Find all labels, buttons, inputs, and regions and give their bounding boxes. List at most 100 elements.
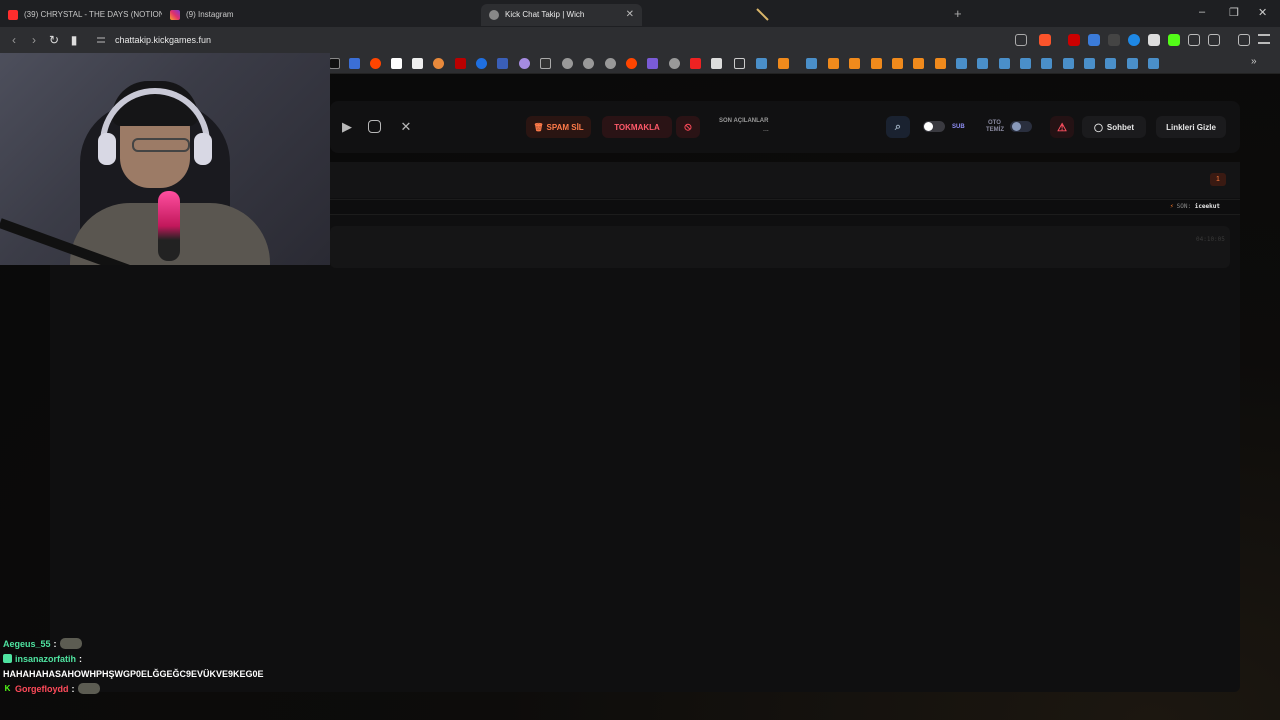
emote-icon [77,683,100,694]
headset-ear-right [194,133,212,165]
x-bookmark-icon[interactable] [329,58,340,69]
search-button[interactable]: ⌕ [886,116,910,138]
tokmakla-button[interactable]: TOKMAKLA [602,116,672,138]
minimize-icon[interactable]: – [1199,6,1205,18]
bookmark-icon[interactable] [647,58,658,69]
subscriber-badge-icon [3,654,12,663]
puzzle-icon[interactable] [1188,34,1200,46]
globe-bookmark-icon[interactable] [669,58,680,69]
menu-icon[interactable] [1258,34,1270,44]
chat-line: HAHAHAHASAHOWHPHŞWGP0ELĞGEĞC9EVÜKVE9KEG0… [3,666,264,681]
chat-panel-header [330,162,1240,198]
recent-opened-label: SON AÇILANLAR [719,118,769,124]
bookmark-icon[interactable] [349,58,360,69]
x-icon[interactable]: ✕ [398,119,414,135]
bookmark-icon[interactable] [497,58,508,69]
bookmark-icon[interactable] [476,58,487,69]
chat-button[interactable]: ◯ Sohbet [1082,116,1146,138]
glasses [132,138,190,152]
back-icon[interactable]: ‹ [4,33,24,47]
bookmark-icon[interactable] [778,58,789,69]
brave-shield-icon[interactable] [1039,34,1051,46]
bookmark-icon[interactable] [519,58,530,69]
auto-clean-toggle[interactable] [1010,121,1032,132]
site-settings-icon[interactable] [96,35,106,45]
tab-kick-chat[interactable]: Kick Chat Takip | Wich ✕ [481,3,642,26]
steam-bookmark-icon[interactable] [1084,58,1095,69]
globe-bookmark-icon[interactable] [605,58,616,69]
folder-icon[interactable] [734,58,745,69]
tokmakla-label: TOKMAKLA [614,122,660,132]
share-icon[interactable] [1015,34,1027,46]
toggle-knob [924,122,933,131]
sidebar-icon[interactable] [1208,34,1220,46]
tab-instagram[interactable]: (9) Instagram [162,4,302,26]
steam-bookmark-icon[interactable] [1127,58,1138,69]
steam-bookmark-icon[interactable] [1105,58,1116,69]
youtube-icon[interactable]: ▶ [339,119,355,135]
media-icon[interactable] [1238,34,1250,46]
chat-colon: : [53,638,57,649]
kick-badge-icon: K [4,684,11,693]
last-label: SON: [1176,203,1192,210]
reddit-bookmark-icon[interactable] [370,58,381,69]
search-icon: ⌕ [894,120,902,133]
kick-extension-icon[interactable] [1168,34,1180,46]
forward-icon[interactable]: › [24,33,44,47]
bookmark-icon[interactable] [540,58,551,69]
bookmark-icon[interactable] [433,58,444,69]
bookmark-icon[interactable] [711,58,722,69]
bookmark-icon[interactable] [935,58,946,69]
globe-bookmark-icon[interactable] [583,58,594,69]
spam-delete-button[interactable]: 🗑 SPAM SİL [526,116,591,138]
bookmark-icon[interactable] [690,58,701,69]
sub-toggle-label: SUB [952,124,965,130]
chat-colon: : [71,683,75,694]
ban-button[interactable]: ⦸ [676,116,700,138]
extension-icon[interactable] [1108,34,1120,46]
maximize-icon[interactable]: ❐ [1229,6,1239,19]
bookmark-icon[interactable] [828,58,839,69]
hide-links-button[interactable]: Linkleri Gizle [1156,116,1226,138]
sub-toggle[interactable] [923,121,945,132]
steam-bookmark-icon[interactable] [977,58,988,69]
tab-title: (9) Instagram [186,10,234,19]
url-field[interactable]: chattakip.kickgames.fun [115,35,211,45]
steam-bookmark-icon[interactable] [806,58,817,69]
extension-icon[interactable] [1148,34,1160,46]
steam-bookmark-icon[interactable] [956,58,967,69]
reload-icon[interactable]: ↻ [44,33,64,47]
bookmark-icon[interactable] [391,58,402,69]
steam-bookmark-icon[interactable] [1063,58,1074,69]
bookmark-icon[interactable] [892,58,903,69]
bookmark-icon[interactable] [849,58,860,69]
steam-bookmark-icon[interactable] [999,58,1010,69]
bookmark-icon[interactable] [871,58,882,69]
reddit-bookmark-icon[interactable] [626,58,637,69]
instagram-icon[interactable] [368,120,381,133]
bookmark-icon[interactable] [455,58,466,69]
amazon-bookmark-icon[interactable] [412,58,423,69]
chevron-right-icon[interactable]: » [1251,56,1257,67]
tab-youtube[interactable]: (39) CHRYSTAL - THE DAYS (NOTION [0,4,162,26]
ublock-icon[interactable] [1068,34,1080,46]
steam-bookmark-icon[interactable] [1148,58,1159,69]
steam-bookmark-icon[interactable] [1020,58,1031,69]
chat-line: insanazorfatih : [3,651,264,666]
alert-button[interactable]: ⚠ [1050,116,1074,138]
trash-icon: 🗑 [533,122,544,132]
chat-line: Aegeus_55 : [3,636,264,651]
new-tab-button[interactable]: + [954,6,962,21]
bookmark-icon[interactable]: ▮ [64,33,84,47]
globe-bookmark-icon[interactable] [562,58,573,69]
last-user-name: iceekut [1194,203,1220,210]
steam-bookmark-icon[interactable] [756,58,767,69]
close-window-icon[interactable]: ✕ [1258,6,1267,19]
bookmark-icon[interactable] [913,58,924,69]
extension-icon[interactable] [1088,34,1100,46]
chat-message-row[interactable] [330,226,1230,268]
hide-links-label: Linkleri Gizle [1166,122,1216,132]
extension-icon[interactable] [1128,34,1140,46]
steam-bookmark-icon[interactable] [1041,58,1052,69]
close-tab-icon[interactable]: ✕ [626,9,634,20]
